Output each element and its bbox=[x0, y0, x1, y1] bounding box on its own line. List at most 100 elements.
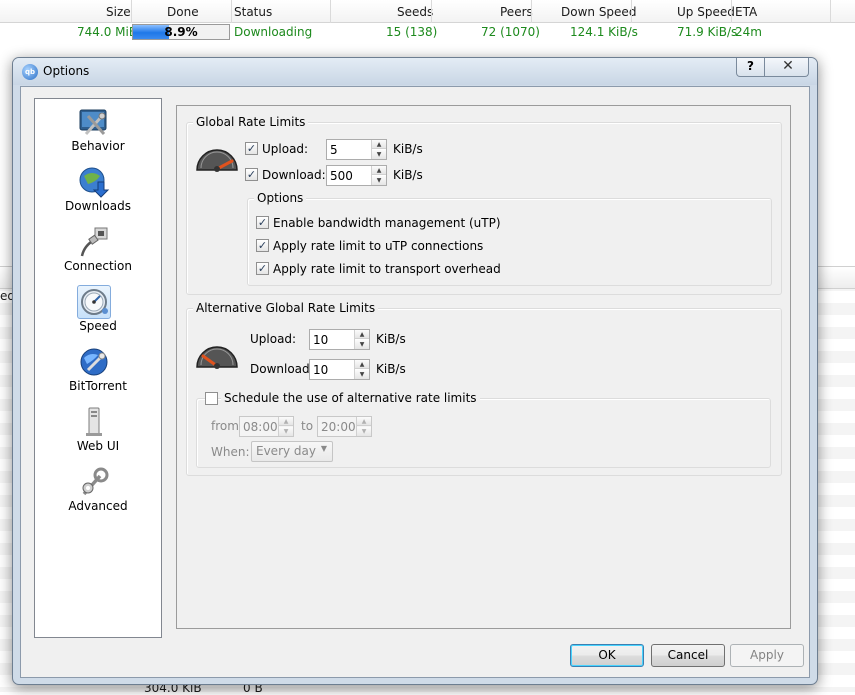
category-bittorrent[interactable]: BitTorrent bbox=[35, 341, 161, 399]
global-rate-limits-group: Global Rate Limits ✓ Upload: ▲ ▼ bbox=[186, 115, 782, 295]
downloads-icon bbox=[77, 165, 111, 199]
category-behavior[interactable]: Behavior bbox=[35, 101, 161, 159]
alt-speedometer-icon bbox=[194, 339, 240, 374]
spin-down-arrow-icon[interactable]: ▼ bbox=[279, 427, 293, 436]
spin-up-arrow-icon[interactable]: ▲ bbox=[279, 417, 293, 426]
spin-down-arrow-icon[interactable]: ▼ bbox=[372, 150, 386, 159]
column-header-peers[interactable]: Peers bbox=[500, 5, 533, 19]
category-label: Speed bbox=[79, 319, 117, 333]
category-speed[interactable]: Speed bbox=[35, 281, 161, 339]
alt-download-spin-buttons: ▲ ▼ bbox=[354, 360, 369, 379]
spin-down-arrow-icon[interactable]: ▼ bbox=[372, 176, 386, 185]
schedule-from-time[interactable]: ▲ ▼ bbox=[239, 416, 294, 437]
category-advanced[interactable]: Advanced bbox=[35, 461, 161, 519]
torrent-down-speed: 124.1 KiB/s bbox=[570, 25, 638, 39]
checkmark-icon: ✓ bbox=[246, 168, 257, 181]
cancel-button[interactable]: Cancel bbox=[651, 644, 725, 667]
download-limit-spinbox[interactable]: ▲ ▼ bbox=[326, 165, 387, 186]
category-downloads[interactable]: Downloads bbox=[35, 161, 161, 219]
speed-settings-page: Global Rate Limits ✓ Upload: ▲ ▼ bbox=[176, 105, 791, 629]
apply-button[interactable]: Apply bbox=[730, 644, 804, 667]
category-label: Downloads bbox=[65, 199, 131, 213]
dialog-titlebar[interactable]: qb Options ? ✕ bbox=[13, 58, 817, 85]
torrent-seeds: 15 (138) bbox=[386, 25, 438, 39]
alt-upload-unit-label: KiB/s bbox=[376, 332, 406, 346]
column-header-status[interactable]: Status bbox=[234, 5, 272, 19]
category-label: BitTorrent bbox=[69, 379, 127, 393]
upload-limit-spin-buttons: ▲ ▼ bbox=[371, 140, 386, 159]
spin-down-arrow-icon[interactable]: ▼ bbox=[355, 370, 369, 379]
transfer-list-header: Size Done Status Seeds Peers Down Speed … bbox=[0, 0, 855, 23]
alt-download-label: Download: bbox=[250, 362, 314, 376]
transport-overhead-checkbox[interactable]: ✓ bbox=[256, 262, 269, 275]
category-list: Behavior Downloads Connection Speed BitT… bbox=[34, 98, 162, 638]
column-header-down-speed[interactable]: Down Speed bbox=[561, 5, 636, 19]
download-limit-spin-buttons: ▲ ▼ bbox=[371, 166, 386, 185]
spin-down-arrow-icon[interactable]: ▼ bbox=[355, 340, 369, 349]
schedule-when-value: Every day bbox=[256, 444, 316, 458]
alt-upload-label: Upload: bbox=[250, 332, 297, 346]
schedule-to-input[interactable] bbox=[318, 417, 357, 436]
speed-icon bbox=[77, 285, 111, 319]
schedule-from-input[interactable] bbox=[240, 417, 279, 436]
upload-limit-input[interactable] bbox=[327, 140, 372, 159]
help-button[interactable]: ? bbox=[737, 58, 765, 76]
checkmark-icon: ✓ bbox=[246, 142, 257, 155]
torrent-size: 744.0 MiB bbox=[77, 25, 138, 39]
column-header-seeds[interactable]: Seeds bbox=[397, 5, 433, 19]
upload-limit-spinbox[interactable]: ▲ ▼ bbox=[326, 139, 387, 160]
alt-download-input[interactable] bbox=[310, 360, 355, 379]
column-separator bbox=[830, 0, 831, 23]
schedule-checkbox[interactable] bbox=[205, 392, 218, 405]
spin-up-arrow-icon[interactable]: ▲ bbox=[372, 140, 386, 149]
upload-limit-checkbox[interactable]: ✓ bbox=[245, 142, 258, 155]
spin-up-arrow-icon[interactable]: ▲ bbox=[355, 330, 369, 339]
category-connection[interactable]: Connection bbox=[35, 221, 161, 279]
behavior-icon bbox=[77, 105, 111, 139]
options-dialog: qb Options ? ✕ Behavior Downloads Connec… bbox=[12, 57, 818, 685]
schedule-from-label: from bbox=[211, 419, 239, 433]
category-web-ui[interactable]: Web UI bbox=[35, 401, 161, 459]
alt-rate-limits-title: Alternative Global Rate Limits bbox=[193, 301, 379, 315]
download-limit-input[interactable] bbox=[327, 166, 372, 185]
close-button[interactable]: ✕ bbox=[766, 58, 808, 76]
column-header-up-speed[interactable]: Up Speed bbox=[677, 5, 735, 19]
utp-rate-limit-checkbox[interactable]: ✓ bbox=[256, 239, 269, 252]
connection-icon bbox=[77, 225, 111, 259]
spin-up-arrow-icon[interactable]: ▲ bbox=[357, 417, 371, 426]
alt-download-spinbox[interactable]: ▲ ▼ bbox=[309, 359, 370, 380]
torrent-up-speed: 71.9 KiB/s bbox=[677, 25, 738, 39]
rate-options-group: Options ✓ Enable bandwidth management (u… bbox=[247, 191, 772, 286]
category-label: Connection bbox=[64, 259, 132, 273]
dialog-client-area: Behavior Downloads Connection Speed BitT… bbox=[20, 86, 810, 678]
transport-overhead-label: Apply rate limit to transport overhead bbox=[273, 262, 501, 276]
utp-bandwidth-checkbox[interactable]: ✓ bbox=[256, 216, 269, 229]
schedule-to-time[interactable]: ▲ ▼ bbox=[317, 416, 372, 437]
column-separator bbox=[131, 0, 132, 23]
global-rate-limits-title: Global Rate Limits bbox=[193, 115, 309, 129]
speedometer-icon bbox=[194, 142, 240, 177]
spin-up-arrow-icon[interactable]: ▲ bbox=[355, 360, 369, 369]
column-separator bbox=[330, 0, 331, 23]
torrent-eta: 24m bbox=[735, 25, 762, 39]
download-limit-label: Download: bbox=[262, 168, 326, 182]
spin-down-arrow-icon[interactable]: ▼ bbox=[357, 427, 371, 436]
checkmark-icon: ✓ bbox=[257, 216, 268, 229]
schedule-to-label: to bbox=[301, 419, 314, 433]
bittorrent-icon bbox=[77, 345, 111, 379]
qbittorrent-logo-icon: qb bbox=[22, 64, 38, 80]
rate-options-title: Options bbox=[254, 191, 307, 205]
column-header-size[interactable]: Size bbox=[106, 5, 131, 19]
torrent-row[interactable]: 744.0 MiB 8.9% Downloading 15 (138) 72 (… bbox=[0, 23, 855, 42]
column-header-done[interactable]: Done bbox=[167, 5, 199, 19]
alt-upload-spinbox[interactable]: ▲ ▼ bbox=[309, 329, 370, 350]
download-limit-checkbox[interactable]: ✓ bbox=[245, 168, 258, 181]
progress-label: 8.9% bbox=[164, 25, 198, 39]
schedule-when-dropdown[interactable]: Every day ▼ bbox=[251, 441, 333, 462]
spin-up-arrow-icon[interactable]: ▲ bbox=[372, 166, 386, 175]
ok-button[interactable]: OK bbox=[570, 644, 644, 667]
column-separator bbox=[731, 0, 732, 23]
column-separator bbox=[631, 0, 632, 23]
column-header-eta[interactable]: ETA bbox=[735, 5, 757, 19]
alt-upload-input[interactable] bbox=[310, 330, 355, 349]
